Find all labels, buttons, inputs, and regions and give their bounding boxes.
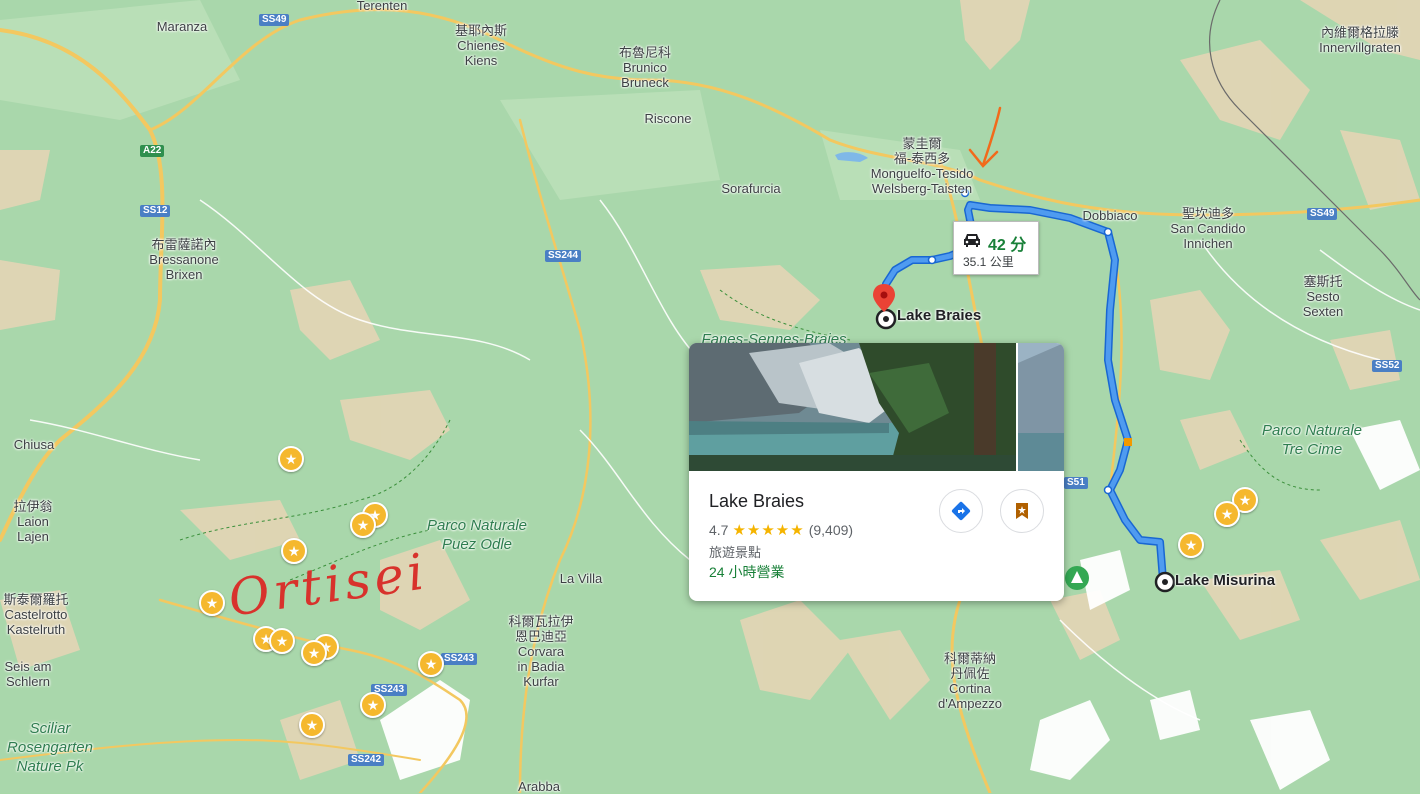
place-arabba[interactable]: Arabba	[518, 779, 560, 794]
place-brunico[interactable]: 布魯尼科 Brunico Bruneck	[619, 45, 671, 90]
starred-place-icon[interactable]: ★	[1214, 501, 1240, 527]
place-chiusa[interactable]: Chiusa	[14, 437, 54, 452]
rating-stars-icon: ★★★★★	[732, 521, 805, 539]
route-info-box[interactable]: 42 分 35.1 公里	[953, 221, 1039, 275]
road-shield-ss49-east: SS49	[1307, 208, 1338, 220]
park-sciliar[interactable]: Sciliar Rosengarten Nature Pk	[7, 719, 93, 776]
destination-marker[interactable]	[1154, 571, 1176, 593]
park-tre-cime[interactable]: Parco Naturale Tre Cime	[1262, 421, 1362, 459]
place-category: 旅遊景點	[709, 545, 762, 560]
starred-place-icon[interactable]: ★	[360, 692, 386, 718]
rating-value: 4.7	[709, 522, 729, 538]
road-shield-a22: A22	[140, 145, 165, 157]
destination-label[interactable]: Lake Misurina	[1175, 573, 1275, 588]
place-corvara[interactable]: 科爾瓦拉伊 恩巴迪亞 Corvara in Badia Kurfar	[508, 614, 573, 689]
place-castelrotto[interactable]: 斯泰爾羅托 Castelrotto Kastelruth	[3, 592, 68, 637]
road-shield-ss242: SS242	[348, 754, 385, 766]
place-riscone[interactable]: Riscone	[645, 111, 692, 126]
directions-icon	[951, 501, 971, 521]
directions-button[interactable]	[939, 489, 983, 533]
place-card[interactable]: Lake Braies 4.7 ★★★★★ (9,409) 旅遊景點 24 小時…	[689, 343, 1064, 601]
road-shield-ss52: SS52	[1372, 360, 1403, 372]
place-cortina[interactable]: 科爾蒂納 丹佩佐 Cortina d'Ampezzo	[938, 651, 1002, 711]
place-maranza[interactable]: Maranza	[157, 19, 208, 34]
road-shield-ss12: SS12	[140, 205, 171, 217]
starred-place-icon[interactable]: ★	[301, 640, 327, 666]
place-brixen[interactable]: 布雷薩諾內 Bressanone Brixen	[149, 237, 218, 282]
road-shield-ss49: SS49	[259, 14, 290, 26]
place-monguelfo[interactable]: 蒙圭爾 福-泰西多 Monguelfo-Tesido Welsberg-Tais…	[871, 136, 974, 196]
route-distance: 35.1 公里	[963, 255, 1014, 269]
place-laion[interactable]: 拉伊翁 Laion Lajen	[13, 499, 52, 544]
place-chienes[interactable]: 基耶內斯 Chienes Kiens	[455, 23, 507, 68]
starred-place-icon[interactable]: ★	[269, 628, 295, 654]
place-photo-secondary[interactable]	[1018, 343, 1064, 471]
road-shield-ss243: SS243	[441, 653, 478, 665]
place-innervillgraten[interactable]: 內維爾格拉滕 Innervillgraten	[1319, 25, 1401, 55]
place-san-candido[interactable]: 聖坎迪多 San Candido Innichen	[1170, 206, 1245, 251]
place-sorafurcia[interactable]: Sorafurcia	[721, 181, 780, 196]
place-sesto[interactable]: 塞斯托 Sesto Sexten	[1303, 274, 1343, 319]
place-seis[interactable]: Seis am Schlern	[5, 659, 52, 689]
place-title: Lake Braies	[709, 491, 805, 511]
campsite-icon[interactable]	[1065, 566, 1089, 590]
starred-place-icon[interactable]: ★	[278, 446, 304, 472]
starred-place-icon[interactable]: ★	[350, 512, 376, 538]
starred-place-icon[interactable]: ★	[418, 651, 444, 677]
review-count[interactable]: (9,409)	[809, 522, 853, 538]
starred-place-icon[interactable]: ★	[299, 712, 325, 738]
place-dobbiaco[interactable]: Dobbiaco	[1083, 208, 1138, 223]
road-shield-ss51: S51	[1064, 477, 1088, 489]
starred-place-icon[interactable]: ★	[199, 590, 225, 616]
origin-label[interactable]: Lake Braies	[897, 308, 981, 323]
car-icon	[964, 234, 980, 247]
place-hours: 24 小時營業	[709, 564, 785, 580]
road-shield-ss244: SS244	[545, 250, 582, 262]
place-la-villa[interactable]: La Villa	[560, 571, 602, 586]
save-button[interactable]	[1000, 489, 1044, 533]
starred-place-icon[interactable]: ★	[1178, 532, 1204, 558]
rating-row: 4.7 ★★★★★ (9,409)	[709, 521, 853, 539]
place-terenten[interactable]: Terenten	[357, 0, 408, 13]
route-duration: 42 分	[988, 237, 1027, 254]
park-puez-odle[interactable]: Parco Naturale Puez Odle	[427, 516, 527, 554]
bookmark-icon	[1016, 503, 1028, 519]
place-photo[interactable]	[689, 343, 1016, 471]
